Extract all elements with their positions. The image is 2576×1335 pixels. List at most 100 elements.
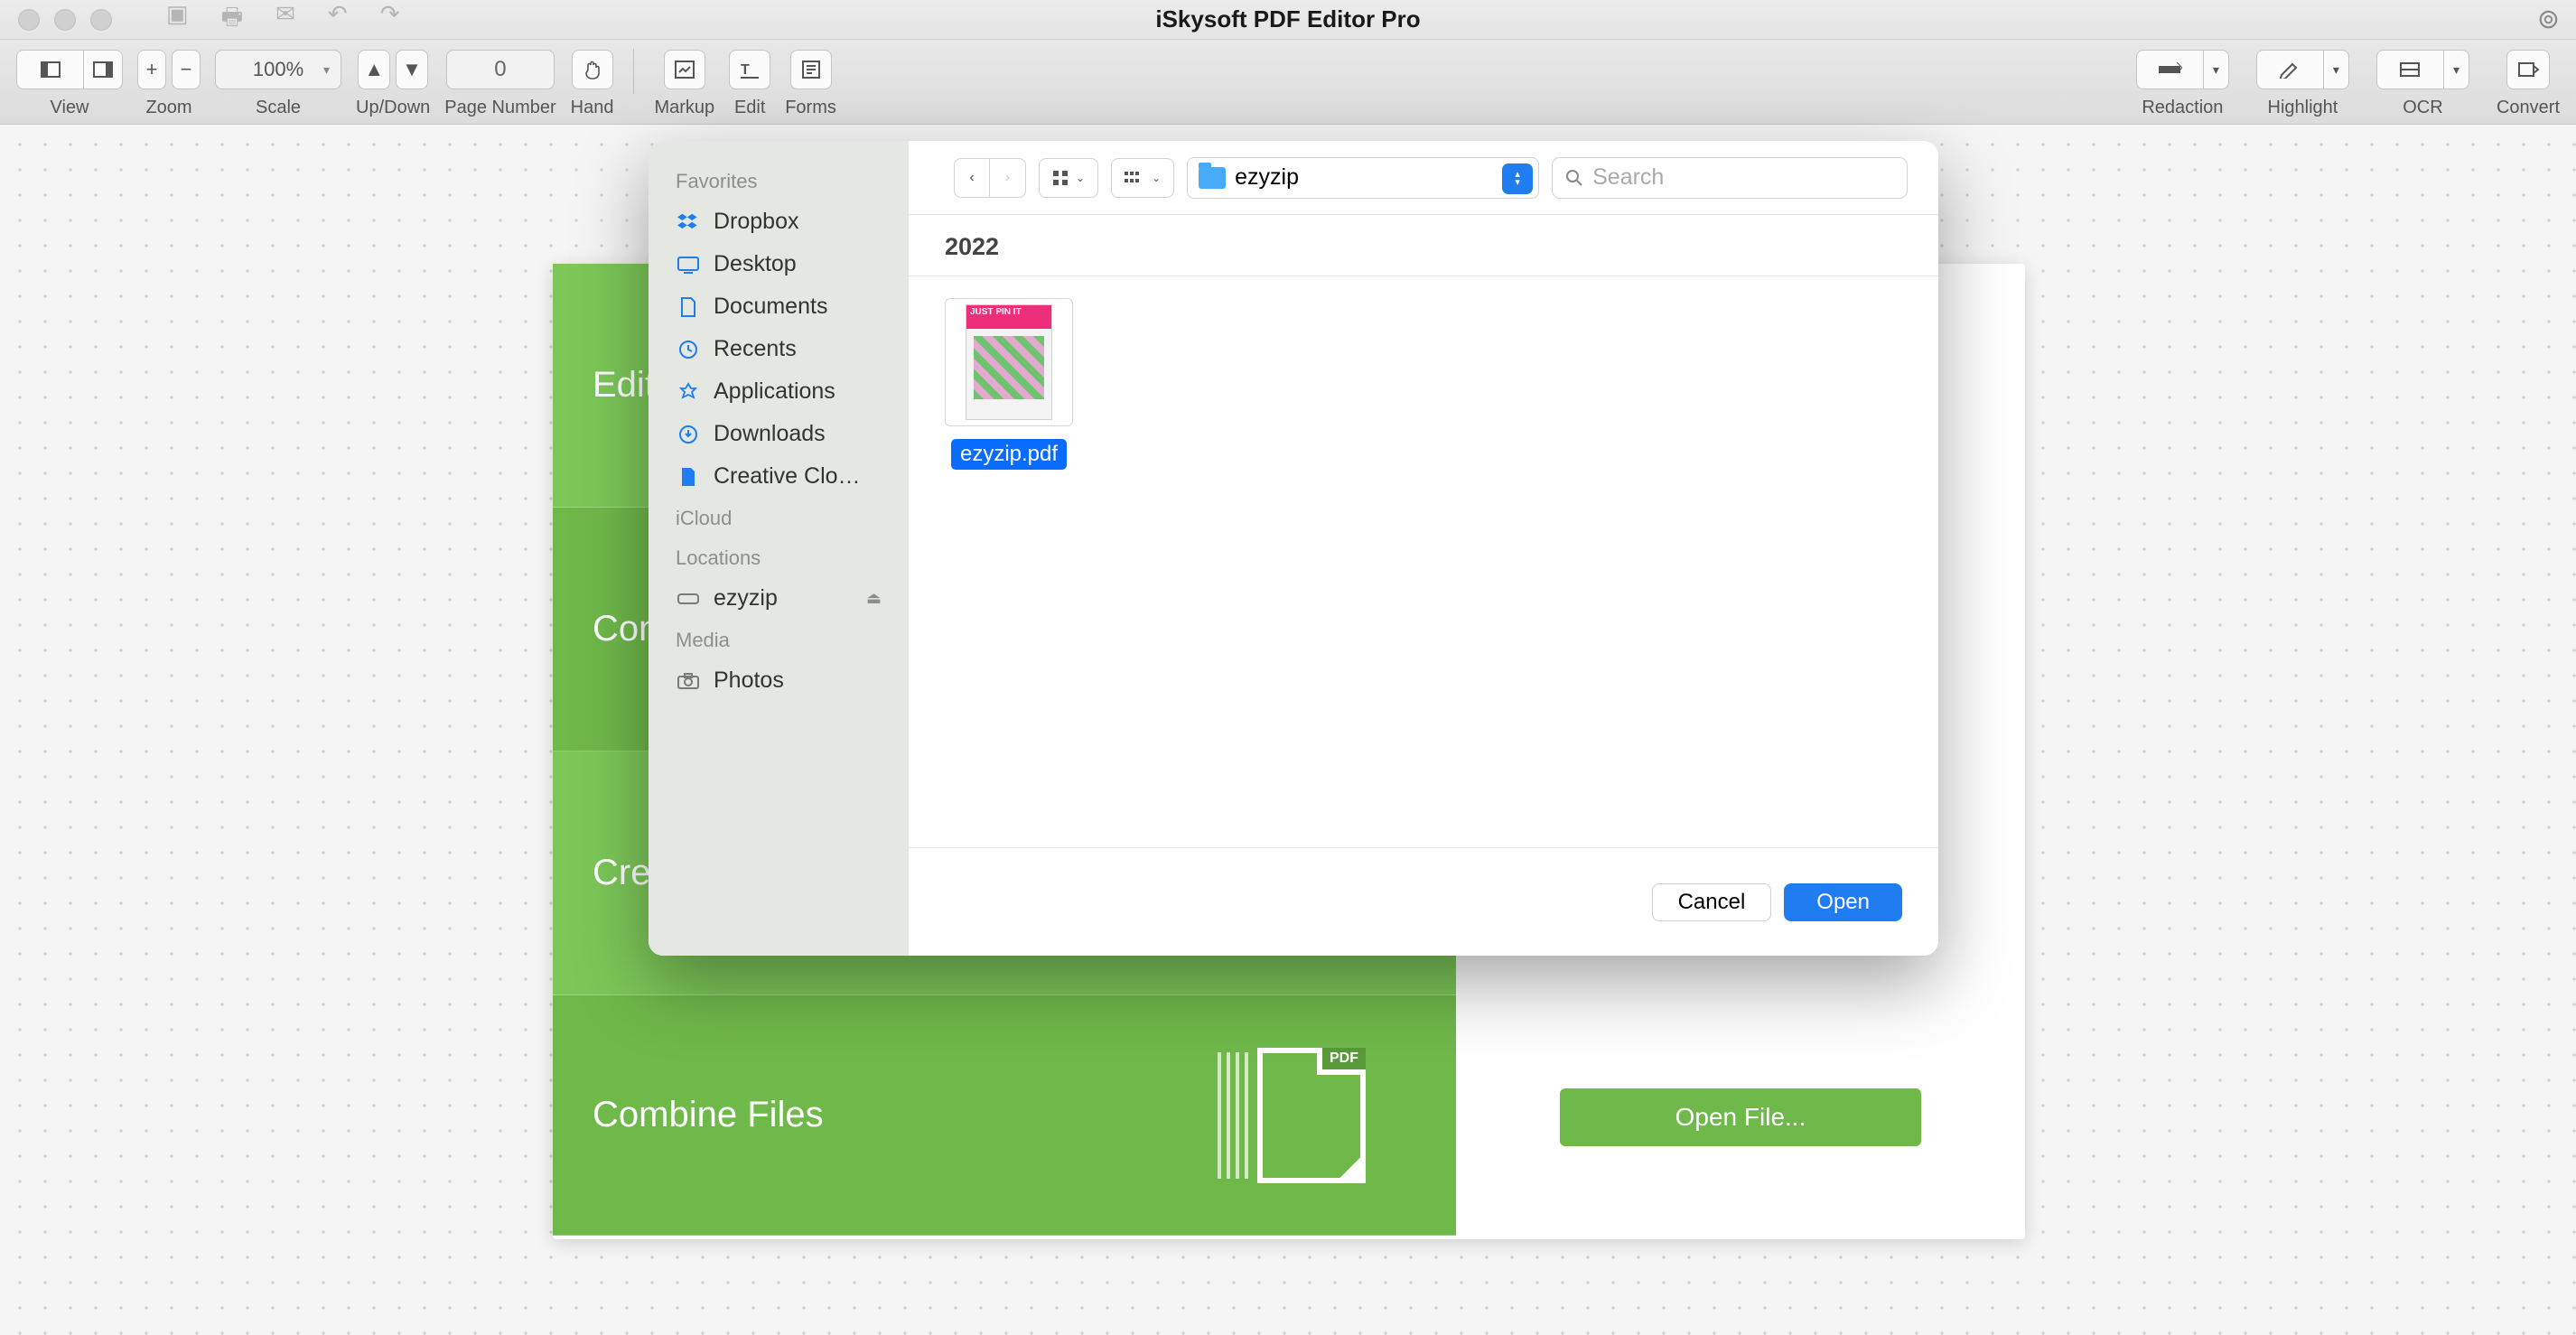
sidebar-item-desktop[interactable]: Desktop <box>649 243 909 285</box>
chevron-down-icon: ⌄ <box>1076 172 1085 184</box>
cancel-button[interactable]: Cancel <box>1652 883 1772 921</box>
eject-icon[interactable]: ⏏ <box>866 589 882 608</box>
minimize-window-button[interactable] <box>54 9 76 31</box>
document-icon <box>676 294 701 320</box>
titlebar-quickactions: ▣ 🖶 ✉ ↶ ↷ <box>112 0 400 40</box>
applications-icon <box>676 379 701 405</box>
path-selector[interactable]: ezyzip ▴▾ <box>1187 157 1539 199</box>
titlebar: ▣ 🖶 ✉ ↶ ↷ iSkysoft PDF Editor Pro ⊚ <box>0 0 2576 40</box>
zoom-value-field[interactable]: 100% <box>215 50 341 89</box>
undo-icon[interactable]: ↶ <box>328 0 348 40</box>
edit-button[interactable]: T <box>729 50 770 89</box>
sidebar-header-favorites: Favorites <box>649 161 909 201</box>
view-left-panel-button[interactable] <box>16 50 83 89</box>
page-number-field[interactable]: 0 <box>446 50 555 89</box>
sidebar-item-dropbox[interactable]: Dropbox <box>649 201 909 243</box>
scale-label: Scale <box>256 98 301 118</box>
file-name-label: ezyzip.pdf <box>951 439 1067 470</box>
sidebar-item-label: Documents <box>714 294 827 320</box>
sidebar-item-photos[interactable]: Photos <box>649 659 909 702</box>
view-mode-select[interactable]: ⌄ <box>1039 158 1098 198</box>
sidebar-header-locations: Locations <box>649 537 909 577</box>
markup-label: Markup <box>654 98 714 118</box>
dialog-footer: Cancel Open <box>909 847 1938 956</box>
view-right-panel-button[interactable] <box>83 50 123 89</box>
toolbar-separator <box>633 49 634 94</box>
highlight-dropdown[interactable]: ▾ <box>2323 50 2349 89</box>
redaction-dropdown[interactable]: ▾ <box>2203 50 2229 89</box>
markup-button[interactable] <box>664 50 705 89</box>
clock-icon <box>676 337 701 362</box>
file-thumbnail: JUST PIN IT <box>945 298 1073 426</box>
nav-back-button[interactable]: ‹ <box>954 158 990 198</box>
app-title: iSkysoft PDF Editor Pro <box>1155 5 1420 33</box>
maximize-window-button[interactable] <box>90 9 112 31</box>
redaction-button[interactable] <box>2136 50 2203 89</box>
path-chevrons-icon: ▴▾ <box>1502 163 1533 194</box>
ocr-dropdown[interactable]: ▾ <box>2443 50 2469 89</box>
zoom-label: Zoom <box>145 98 191 118</box>
convert-button[interactable] <box>2506 50 2550 89</box>
sidebar-item-recents[interactable]: Recents <box>649 328 909 370</box>
page-down-button[interactable]: ▼ <box>396 50 428 89</box>
open-file-button[interactable]: Open File... <box>1560 1088 1921 1146</box>
sidebar-item-label: Desktop <box>714 251 797 277</box>
forms-label: Forms <box>785 98 836 118</box>
file-icon <box>676 464 701 490</box>
svg-text:T: T <box>741 62 750 78</box>
sidebar-item-ezyzip-drive[interactable]: ezyzip ⏏ <box>649 577 909 620</box>
save-icon[interactable]: ▣ <box>166 0 189 40</box>
pdf-stack-icon: PDF <box>1218 1048 1366 1183</box>
print-icon[interactable]: 🖶 <box>221 0 244 40</box>
sidebar-header-media: Media <box>649 620 909 659</box>
sidebar-item-label: Creative Clo… <box>714 463 861 490</box>
search-placeholder: Search <box>1592 164 1664 191</box>
sidebar-item-applications[interactable]: Applications <box>649 370 909 413</box>
nav-forward-button[interactable]: › <box>990 158 1026 198</box>
group-mode-select[interactable]: ⌄ <box>1111 158 1174 198</box>
zoom-in-button[interactable]: + <box>137 50 166 89</box>
page-up-button[interactable]: ▲ <box>358 50 390 89</box>
search-field[interactable]: Search <box>1552 157 1908 199</box>
file-item-ezyzip[interactable]: JUST PIN IT ezyzip.pdf <box>945 298 1073 470</box>
hand-tool-button[interactable] <box>572 50 613 89</box>
redaction-label: Redaction <box>2142 98 2223 118</box>
sidebar-item-label: ezyzip <box>714 585 778 611</box>
path-name: ezyzip <box>1235 164 1299 191</box>
welcome-tile-edit-label: Edit <box>593 365 655 406</box>
chevron-down-icon: ⌄ <box>1152 172 1161 184</box>
zoom-out-button[interactable]: − <box>172 50 201 89</box>
highlight-label: Highlight <box>2268 98 2338 118</box>
forms-button[interactable] <box>790 50 832 89</box>
ocr-button[interactable] <box>2376 50 2443 89</box>
dialog-content: ‹ › ⌄ ⌄ ezyzip ▴▾ Search <box>909 141 1938 956</box>
camera-icon <box>676 668 701 694</box>
ocr-label: OCR <box>2403 98 2442 118</box>
view-label: View <box>51 98 89 118</box>
desktop-icon <box>676 252 701 277</box>
traffic-lights <box>0 9 112 31</box>
file-open-dialog: Favorites Dropbox Desktop Documents Rece… <box>649 141 1938 956</box>
sidebar-item-label: Photos <box>714 668 784 694</box>
sidebar-item-documents[interactable]: Documents <box>649 285 909 328</box>
close-window-button[interactable] <box>18 9 40 31</box>
welcome-tile-combine-label: Combine Files <box>593 1095 824 1135</box>
hand-label: Hand <box>571 98 614 118</box>
redo-icon[interactable]: ↷ <box>380 0 400 40</box>
sidebar-item-downloads[interactable]: Downloads <box>649 413 909 455</box>
search-icon <box>1565 169 1583 187</box>
highlight-button[interactable] <box>2256 50 2323 89</box>
sidebar-item-creative-cloud[interactable]: Creative Clo… <box>649 455 909 498</box>
convert-label: Convert <box>2497 98 2560 118</box>
dropbox-icon <box>676 210 701 235</box>
edit-label: Edit <box>734 98 765 118</box>
thumb-header-text: JUST PIN IT <box>970 307 1022 317</box>
mail-icon[interactable]: ✉ <box>275 0 295 40</box>
fullscreen-icon[interactable]: ⊚ <box>2537 4 2560 35</box>
sidebar-header-icloud: iCloud <box>649 498 909 537</box>
sidebar-item-label: Recents <box>714 336 797 362</box>
welcome-tile-combine[interactable]: Combine Files PDF <box>553 995 1456 1236</box>
open-button[interactable]: Open <box>1784 883 1902 921</box>
sidebar-item-label: Dropbox <box>714 209 799 235</box>
dialog-sidebar: Favorites Dropbox Desktop Documents Rece… <box>649 141 909 956</box>
